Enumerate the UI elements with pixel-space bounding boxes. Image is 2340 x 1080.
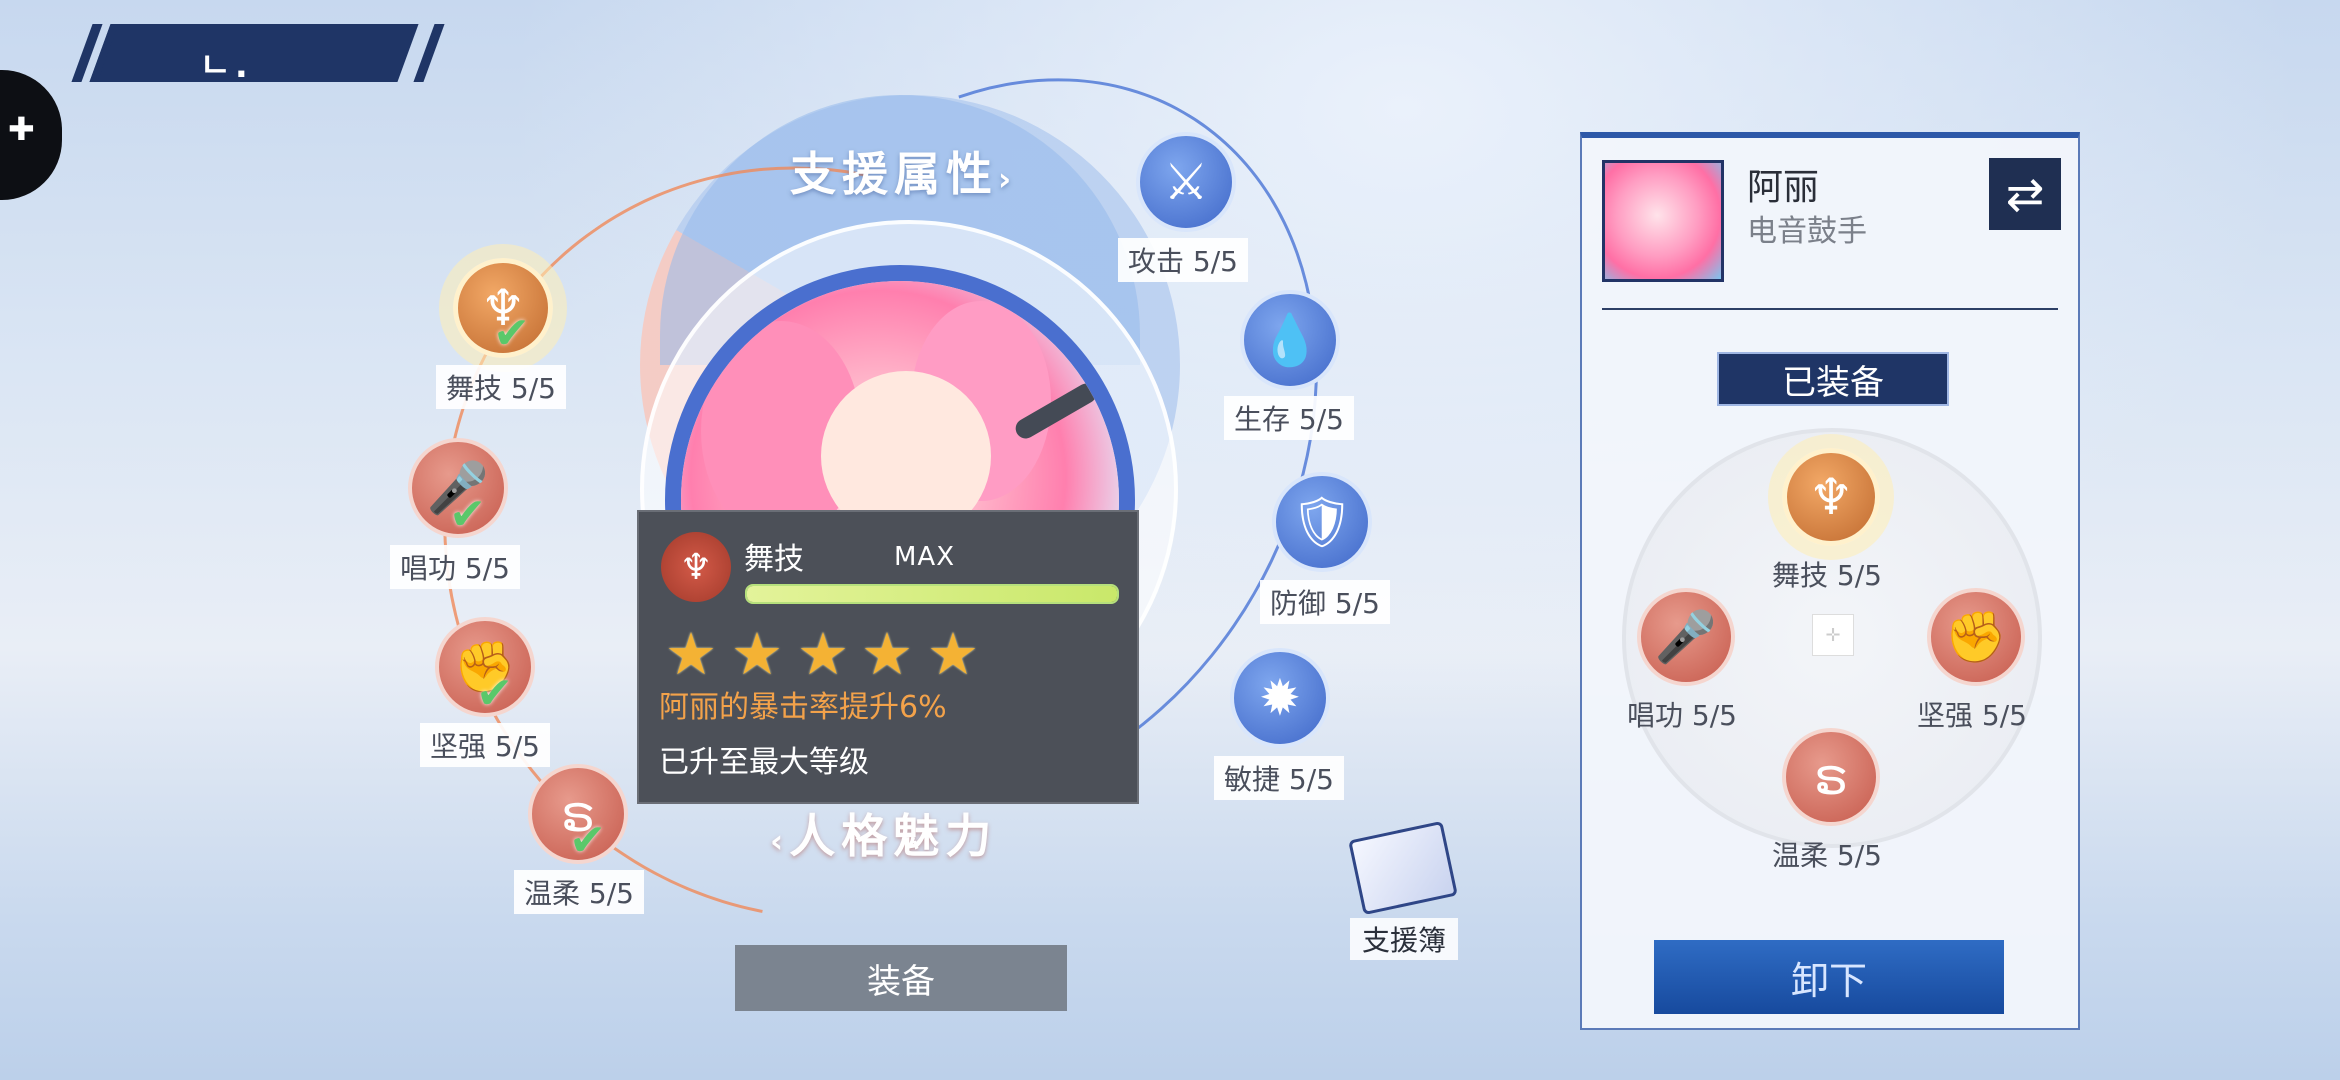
skill-label-survival: 生存 5/5 — [1224, 396, 1354, 440]
skill-tooltip: ♆ 舞技 MAX ★ ★ ★ ★ ★ 阿丽的暴击率提升6% 已升至最大等级 — [637, 510, 1139, 804]
equipped-label-dance: 舞技 5/5 — [1772, 559, 1882, 592]
star-icon: ★ — [927, 620, 979, 688]
tooltip-description: 阿丽的暴击率提升6% — [659, 690, 947, 725]
character-panel: 阿丽 电音鼓手 ⇄ 已装备 ✛ ♆ 舞技 5/5 🎤 唱功 5/5 ✊ 坚强 5… — [1580, 132, 2080, 1030]
swap-icon: ⇄ — [2005, 167, 2045, 221]
skill-node-survival[interactable]: 💧 — [1240, 290, 1340, 390]
equipped-skill-singing[interactable]: 🎤 — [1637, 588, 1735, 686]
check-icon: ✔ — [449, 489, 486, 540]
skill-label-attack: 攻击 5/5 — [1118, 238, 1248, 282]
skill-node-singing[interactable]: 🎤 ✔ — [408, 438, 508, 540]
charm-title[interactable]: ‹人格魅力 — [770, 800, 997, 866]
skill-label-singing: 唱功 5/5 — [390, 545, 520, 589]
skill-label-strong: 坚强 5/5 — [420, 723, 550, 767]
avatar — [1602, 160, 1724, 282]
crossed-swords-icon: ⚔ — [1163, 153, 1209, 211]
skill-label-gentle: 温柔 5/5 — [514, 870, 644, 914]
tooltip-max-label: MAX — [894, 542, 956, 572]
dance-icon: ♆ — [661, 532, 731, 602]
equip-button[interactable]: 装备 — [735, 945, 1067, 1011]
skill-node-dance[interactable]: ♆ ✔ — [453, 258, 553, 359]
star-icon: ★ — [797, 620, 849, 688]
side-menu-tab[interactable]: ✚ — [0, 70, 62, 200]
check-icon: ✔ — [569, 815, 606, 866]
unequip-button[interactable]: 卸下 — [1654, 940, 2004, 1014]
book-icon — [1348, 820, 1458, 916]
equipped-skill-strong[interactable]: ✊ — [1927, 588, 2025, 686]
character-role: 电音鼓手 — [1747, 214, 1867, 249]
charm-label: 人格魅力 — [789, 809, 998, 863]
center-marker: ✛ — [1812, 614, 1854, 656]
equipped-label-gentle: 温柔 5/5 — [1772, 839, 1882, 872]
character-name: 阿丽 — [1747, 167, 1820, 208]
skill-node-strong[interactable]: ✊ ✔ — [435, 617, 535, 719]
equipped-tag: 已装备 — [1717, 352, 1949, 406]
swirl-icon: ຣ — [1813, 748, 1849, 806]
chevron-left-icon: ‹ — [770, 822, 790, 860]
tooltip-skill-name: 舞技 — [744, 542, 804, 577]
star-icon: ★ — [861, 620, 913, 688]
back-icon: ㄴ. — [199, 46, 252, 86]
back-button[interactable]: ㄴ. — [89, 24, 419, 86]
tooltip-progress-fill — [747, 586, 1117, 602]
tooltip-progress-bar — [745, 584, 1119, 604]
tooltip-note: 已升至最大等级 — [659, 745, 869, 780]
equipped-skill-dance[interactable]: ♆ — [1782, 448, 1880, 546]
check-icon: ✔ — [493, 308, 530, 359]
equipped-skill-gentle[interactable]: ຣ — [1782, 728, 1880, 826]
support-attribute-label: 支援属性 — [790, 147, 998, 201]
swap-character-button[interactable]: ⇄ — [1989, 158, 2061, 230]
droplet-icon: 💧 — [1258, 310, 1322, 369]
check-icon: ✔ — [476, 668, 513, 719]
skill-label-defense: 防御 5/5 — [1260, 580, 1390, 624]
shield-icon: 🛡 — [1290, 492, 1354, 551]
sparkle-icon: ✹ — [1259, 669, 1301, 727]
skill-label-dance: 舞技 5/5 — [436, 365, 566, 409]
microphone-icon: 🎤 — [1654, 607, 1718, 666]
puzzle-icon: ✚ — [8, 110, 35, 148]
star-icon: ★ — [665, 620, 717, 688]
skill-node-defense[interactable]: 🛡 — [1272, 472, 1372, 572]
skill-node-gentle[interactable]: ຣ ✔ — [528, 764, 628, 866]
dance-icon: ♆ — [1808, 468, 1854, 526]
support-book-label[interactable]: 支援簿 — [1350, 918, 1459, 960]
support-attribute-title[interactable]: 支援属性› — [790, 138, 1017, 204]
star-icon: ★ — [731, 620, 783, 688]
skill-label-agility: 敏捷 5/5 — [1214, 756, 1344, 800]
equipped-label-strong: 坚强 5/5 — [1917, 699, 2027, 732]
skill-node-attack[interactable]: ⚔ — [1136, 132, 1236, 232]
chevron-right-icon: › — [998, 160, 1018, 198]
support-book-button[interactable] — [1345, 820, 1458, 916]
skill-node-agility[interactable]: ✹ — [1230, 648, 1330, 748]
divider — [1602, 308, 2058, 310]
equipped-label-singing: 唱功 5/5 — [1627, 699, 1737, 732]
fist-icon: ✊ — [1944, 607, 2008, 666]
